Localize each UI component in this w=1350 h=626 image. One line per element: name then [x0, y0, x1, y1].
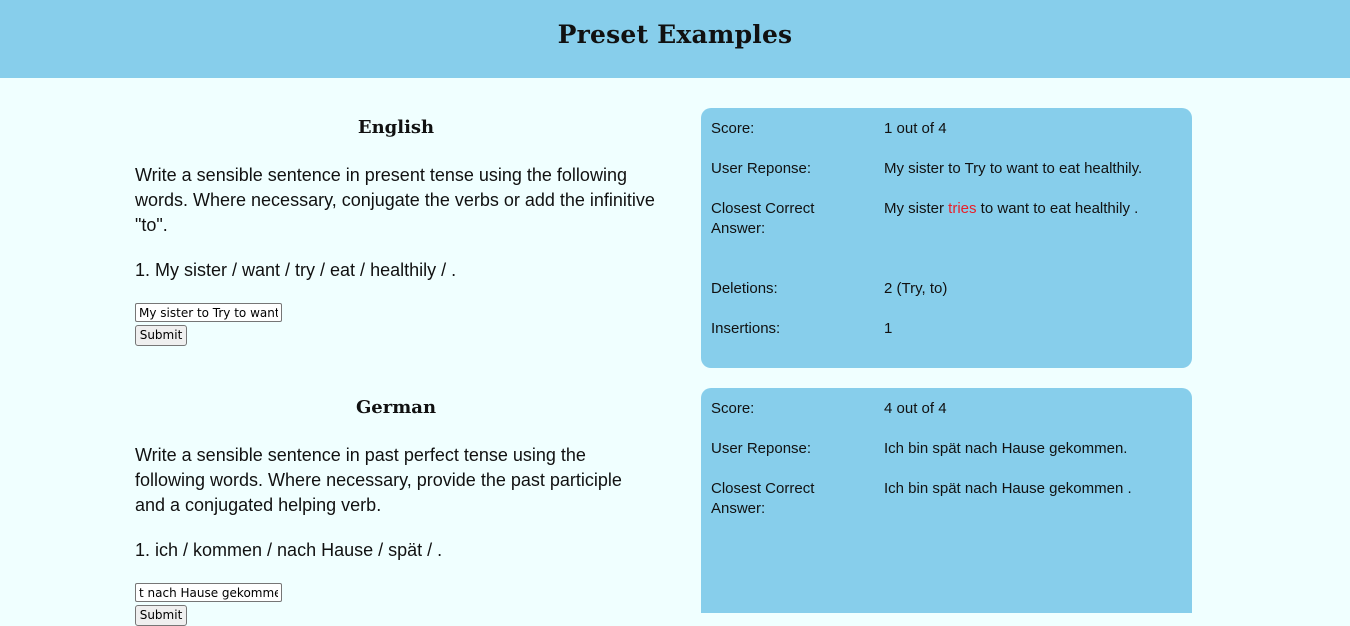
- closest-answer-label: Closest Correct Answer:: [711, 480, 815, 517]
- german-result-panel: Score: 4 out of 4 User Reponse: Ich bin …: [701, 388, 1192, 613]
- closest-answer-value: Ich bin spät nach Hause gekommen .: [884, 480, 1132, 497]
- score-label: Score:: [711, 400, 755, 417]
- closest-answer-value: My sister tries to want to eat healthily…: [884, 199, 1184, 219]
- english-prompt: 1. My sister / want / try / eat / health…: [135, 260, 457, 280]
- english-answer-input[interactable]: [135, 303, 282, 322]
- score-label: Score:: [711, 120, 755, 137]
- user-response-label: User Reponse:: [711, 160, 812, 177]
- score-value: 4 out of 4: [884, 400, 947, 417]
- page-title: Preset Examples: [557, 20, 793, 49]
- german-prompt: 1. ich / kommen / nach Hause / spät / .: [135, 540, 443, 560]
- insertions-label: Insertions:: [711, 320, 781, 337]
- english-title: English: [357, 117, 435, 138]
- user-response-value: Ich bin spät nach Hause gekommen.: [884, 440, 1128, 457]
- score-value: 1 out of 4: [884, 120, 947, 137]
- page-header: Preset Examples: [0, 0, 1350, 78]
- deletions-value: 2 (Try, to): [884, 280, 948, 297]
- german-title: German: [355, 397, 437, 418]
- deletions-label: Deletions:: [711, 280, 778, 297]
- german-answer-input[interactable]: [135, 583, 282, 602]
- english-submit-button[interactable]: Submit: [135, 325, 187, 346]
- german-submit-button[interactable]: Submit: [135, 605, 187, 626]
- english-instructions: Write a sensible sentence in present ten…: [135, 165, 655, 235]
- closest-answer-before: My sister: [884, 200, 949, 217]
- closest-answer-after: to want to eat healthily .: [976, 200, 1139, 217]
- german-instructions: Write a sensible sentence in past perfec…: [135, 445, 622, 515]
- user-response-label: User Reponse:: [711, 440, 812, 457]
- user-response-value: My sister to Try to want to eat healthil…: [884, 160, 1143, 177]
- closest-answer-correction: tries: [948, 200, 977, 217]
- english-result-panel: Score: 1 out of 4 User Reponse: My siste…: [701, 108, 1192, 368]
- insertions-value: 1: [884, 320, 893, 337]
- closest-answer-label: Closest Correct Answer:: [711, 200, 815, 237]
